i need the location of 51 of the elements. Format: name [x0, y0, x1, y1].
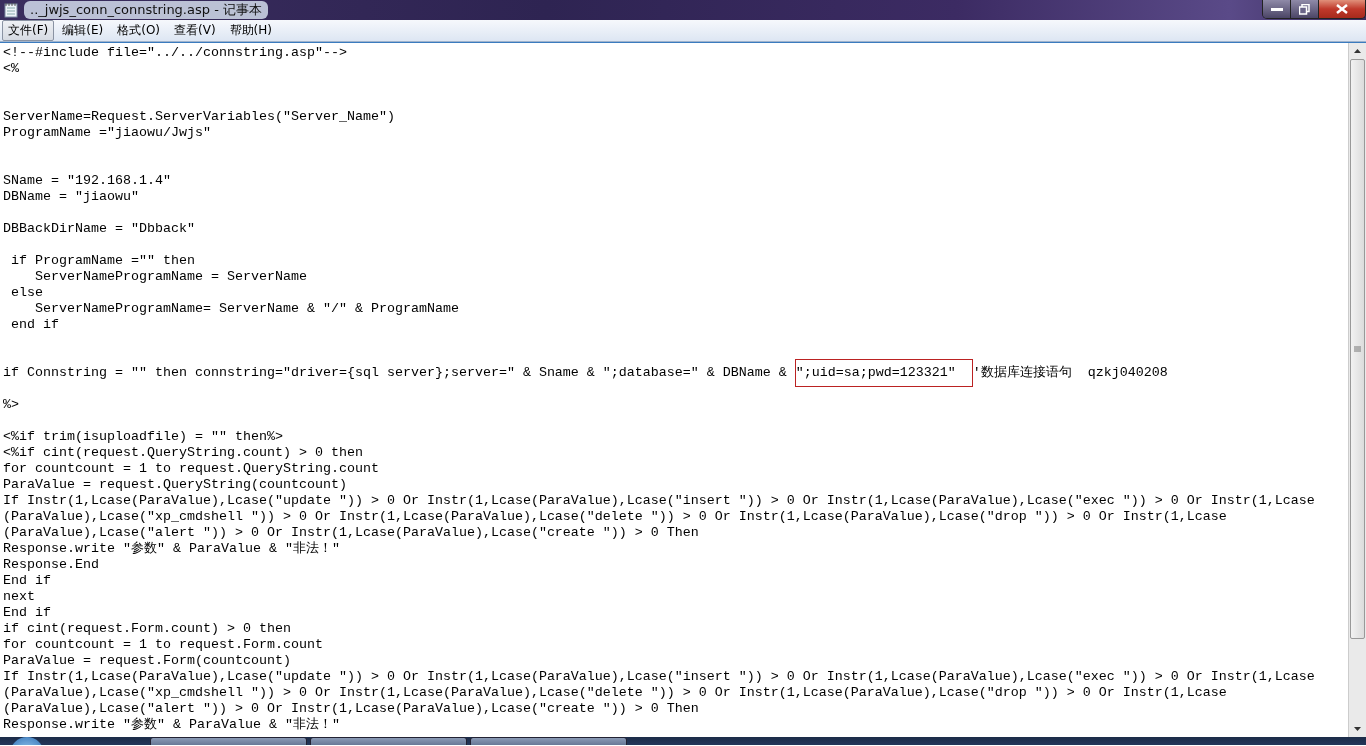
boxed-code-text: ";uid=sa;pwd=123321": [794, 359, 973, 387]
window-title: .._jwjs_conn_connstring.asp - 记事本: [24, 1, 268, 19]
code-line: <%if trim(isuploadfile) = "" then%>: [3, 429, 284, 445]
code-line: DBName = "jiaowu": [3, 189, 140, 205]
code-line: ServerName=Request.ServerVariables("Server_Name"): [3, 109, 396, 125]
minimize-button[interactable]: [1263, 0, 1291, 18]
code-line: ServerNameProgramName = ServerName: [34, 269, 308, 285]
code-text: '数据库连接语句 qzkj040208: [972, 365, 1168, 381]
code-line: (ParaValue),Lcase("xp_cmdshell ")) > 0 Or Instr(1,Lcase(ParaValue),Lcase("delete ")) > 0 Or Instr(1,Lcase(ParaValue),Lcase("drop ")) > 0 Or Instr(1,Lcase: [3, 509, 1228, 525]
code-line: SName = "192.168.1.4": [3, 173, 172, 189]
code-line: else: [10, 285, 44, 301]
restore-icon: [1299, 3, 1310, 15]
code-line: End if: [3, 605, 52, 621]
code-line: ServerNameProgramName= ServerName & "/" & ProgramName: [34, 301, 460, 317]
grip-icon: [1354, 345, 1361, 353]
code-line: if ProgramName ="" then: [10, 253, 196, 269]
code-line: Response.write "参数" & ParaValue & "非法！": [3, 541, 341, 557]
code-line: (ParaValue),Lcase("xp_cmdshell ")) > 0 Or Instr(1,Lcase(ParaValue),Lcase("delete ")) > 0 Or Instr(1,Lcase(ParaValue),Lcase("drop ")) > 0 Or Instr(1,Lcase: [3, 685, 1228, 701]
notepad-icon: [4, 2, 18, 18]
code-line: next: [3, 589, 36, 605]
code-line: Response.End: [3, 557, 100, 573]
minimize-icon: [1270, 7, 1283, 11]
code-line: if cint(request.Form.count) > 0 then: [3, 621, 292, 637]
code-text: if Connstring = "" then connstring="driver={sql server};server=" & Sname & ";database=" & DBName &: [3, 365, 788, 381]
close-icon: [1336, 4, 1348, 14]
code-line: <%if cint(request.QueryString.count) > 0 then: [3, 445, 364, 461]
code-line: for countcount = 1 to request.QueryString.count: [3, 461, 380, 477]
code-line: End if: [3, 573, 52, 589]
code-line: <%: [3, 61, 20, 77]
code-line: ParaValue = request.QueryString(countcount): [3, 477, 348, 493]
restore-button[interactable]: [1291, 0, 1319, 18]
code-line: DBBackDirName = "Dbback": [3, 221, 196, 237]
code-line: for countcount = 1 to request.Form.count: [3, 637, 324, 653]
menu-item[interactable]: 查看(V): [168, 20, 222, 41]
menu-item[interactable]: 格式(O): [111, 20, 167, 41]
vertical-scrollbar[interactable]: [1348, 43, 1366, 737]
code-line: (ParaValue),Lcase("alert ")) > 0 Or Instr(1,Lcase(ParaValue),Lcase("create ")) > 0 Then: [3, 701, 700, 717]
menu-item[interactable]: 帮助(H): [223, 20, 278, 41]
code-line: %>: [3, 397, 20, 413]
code-line: If Instr(1,Lcase(ParaValue),Lcase("update ")) > 0 Or Instr(1,Lcase(ParaValue),Lcase("insert ")) > 0 Or Instr(1,Lcase(ParaValue),Lcase("exec ")) > 0 Or Instr(1,Lcase: [3, 669, 1316, 685]
code-line: end if: [10, 317, 60, 333]
scrollbar-thumb[interactable]: [1350, 59, 1365, 639]
code-line: <!--#include file="../../connstring.asp"-->: [3, 45, 348, 61]
code-line: ProgramName ="jiaowu/Jwjs": [3, 125, 212, 141]
code-line: Response.write "参数" & ParaValue & "非法！": [3, 717, 341, 733]
code-line: (ParaValue),Lcase("alert ")) > 0 Or Instr(1,Lcase(ParaValue),Lcase("create ")) > 0 Then: [3, 525, 700, 541]
menu-item[interactable]: 编辑(E): [56, 20, 110, 41]
close-button[interactable]: [1319, 0, 1365, 18]
code-line: If Instr(1,Lcase(ParaValue),Lcase("update ")) > 0 Or Instr(1,Lcase(ParaValue),Lcase("insert ")) > 0 Or Instr(1,Lcase(ParaValue),Lcase("exec ")) > 0 Or Instr(1,Lcase: [3, 493, 1316, 509]
code-line: ParaValue = request.Form(countcount): [3, 653, 292, 669]
menu-item[interactable]: 文件(F): [2, 20, 55, 41]
